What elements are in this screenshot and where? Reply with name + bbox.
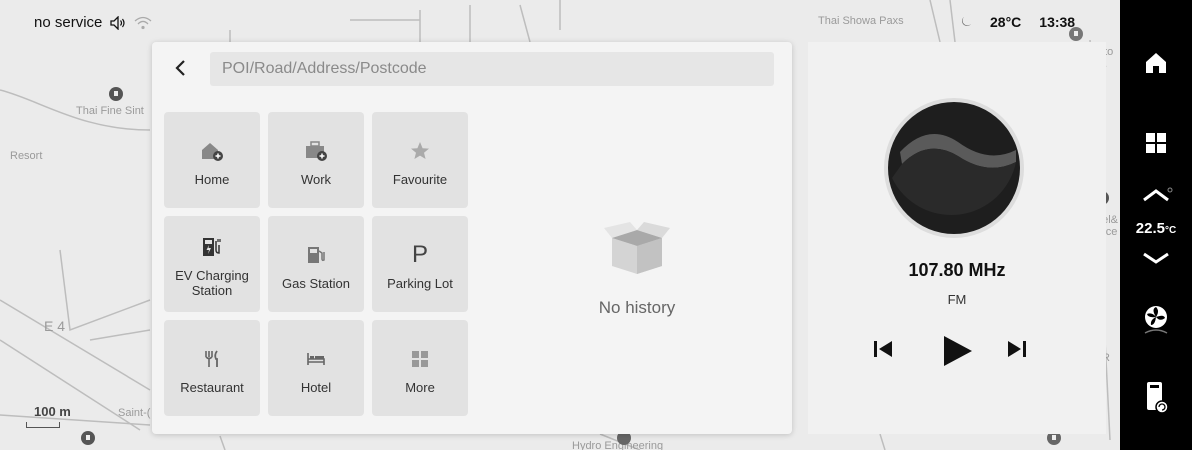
category-restaurant-button[interactable]: Restaurant xyxy=(164,320,260,416)
right-sidebar: 22.5°C xyxy=(1120,0,1192,450)
speaker-icon xyxy=(110,15,125,30)
temperature-down-button[interactable] xyxy=(1120,248,1192,268)
map-road-label: E 4 xyxy=(44,318,66,334)
back-button[interactable] xyxy=(168,56,192,84)
category-parking-button[interactable]: P Parking Lot xyxy=(372,216,468,312)
phone-button[interactable] xyxy=(1120,378,1192,418)
category-home-button[interactable]: Home xyxy=(164,112,260,208)
parking-icon: P xyxy=(411,240,428,268)
network-status: no service xyxy=(34,14,103,31)
chevron-up-icon xyxy=(1143,187,1173,202)
search-input[interactable] xyxy=(210,52,774,86)
chevron-left-icon xyxy=(175,60,185,76)
map-place-label: Thai Showa Paxs xyxy=(818,15,904,27)
briefcase-add-icon xyxy=(306,140,327,161)
chevron-down-icon xyxy=(1143,252,1169,264)
album-art xyxy=(884,98,1024,238)
wifi-icon xyxy=(134,16,152,29)
category-label: Hotel xyxy=(300,379,332,395)
star-icon xyxy=(411,141,429,159)
app-grid-button[interactable] xyxy=(1120,128,1192,158)
map-place-label: Saint-( xyxy=(118,407,151,419)
map-scale-label: 100 m xyxy=(34,404,71,419)
grid-icon xyxy=(1146,133,1166,153)
status-bar-right: 28°C 13:38 xyxy=(960,14,1075,30)
category-label: Work xyxy=(300,171,332,187)
category-label: Home xyxy=(194,171,230,187)
radio-band: FM xyxy=(947,292,967,307)
category-label: Gas Station xyxy=(282,275,350,291)
radio-disc-icon xyxy=(888,102,1020,234)
category-label: Restaurant xyxy=(180,379,244,395)
gas-station-icon xyxy=(308,246,325,263)
category-favourite-button[interactable]: Favourite xyxy=(372,112,468,208)
map-pin-icon[interactable] xyxy=(108,86,124,106)
media-player: 107.80 MHz FM xyxy=(808,42,1106,434)
previous-track-icon[interactable] xyxy=(872,338,894,360)
outside-temperature: 28°C xyxy=(990,14,1022,30)
category-label: EV Charging Station xyxy=(175,268,249,298)
restaurant-icon xyxy=(205,349,218,367)
category-work-button[interactable]: Work xyxy=(268,112,364,208)
no-history-label: No history xyxy=(598,298,676,317)
grid-icon xyxy=(412,350,428,367)
home-add-icon xyxy=(202,142,223,161)
play-button[interactable] xyxy=(940,334,974,368)
hotel-icon xyxy=(307,352,325,365)
search-panel: Home Work Favourite xyxy=(152,42,792,434)
category-label: Parking Lot xyxy=(387,275,453,291)
map-place-label: Resort xyxy=(10,150,43,162)
next-track-icon[interactable] xyxy=(1006,338,1028,360)
home-nav-icon xyxy=(1146,53,1166,73)
map-scale-bar xyxy=(26,422,60,428)
weather-icon xyxy=(962,17,971,26)
history-empty-state: No history xyxy=(492,112,782,422)
cabin-temperature-value: 22.5 xyxy=(1135,220,1165,237)
cabin-temperature-unit: °C xyxy=(1164,225,1177,236)
radio-frequency: 107.80 MHz xyxy=(908,260,1006,280)
navigation-button[interactable] xyxy=(1120,48,1192,78)
category-label: Favourite xyxy=(392,171,448,187)
cabin-temperature: 22.5°C xyxy=(1120,220,1192,237)
map-pin-icon[interactable] xyxy=(80,430,96,450)
empty-box-icon xyxy=(604,222,670,274)
map-place-label: Thai Fine Sint xyxy=(76,105,144,117)
category-more-button[interactable]: More xyxy=(372,320,468,416)
category-label: More xyxy=(405,379,435,395)
category-ev-charging-button[interactable]: EV Charging Station xyxy=(164,216,260,312)
fan-button[interactable] xyxy=(1120,302,1192,338)
category-gas-station-button[interactable]: Gas Station xyxy=(268,216,364,312)
status-bar-left: no service xyxy=(34,14,152,31)
category-hotel-button[interactable]: Hotel xyxy=(268,320,364,416)
ev-charging-icon xyxy=(203,238,221,256)
clock: 13:38 xyxy=(1039,14,1076,30)
fan-icon xyxy=(1144,306,1168,334)
temperature-up-button[interactable] xyxy=(1120,186,1192,206)
phone-icon xyxy=(1147,382,1169,414)
